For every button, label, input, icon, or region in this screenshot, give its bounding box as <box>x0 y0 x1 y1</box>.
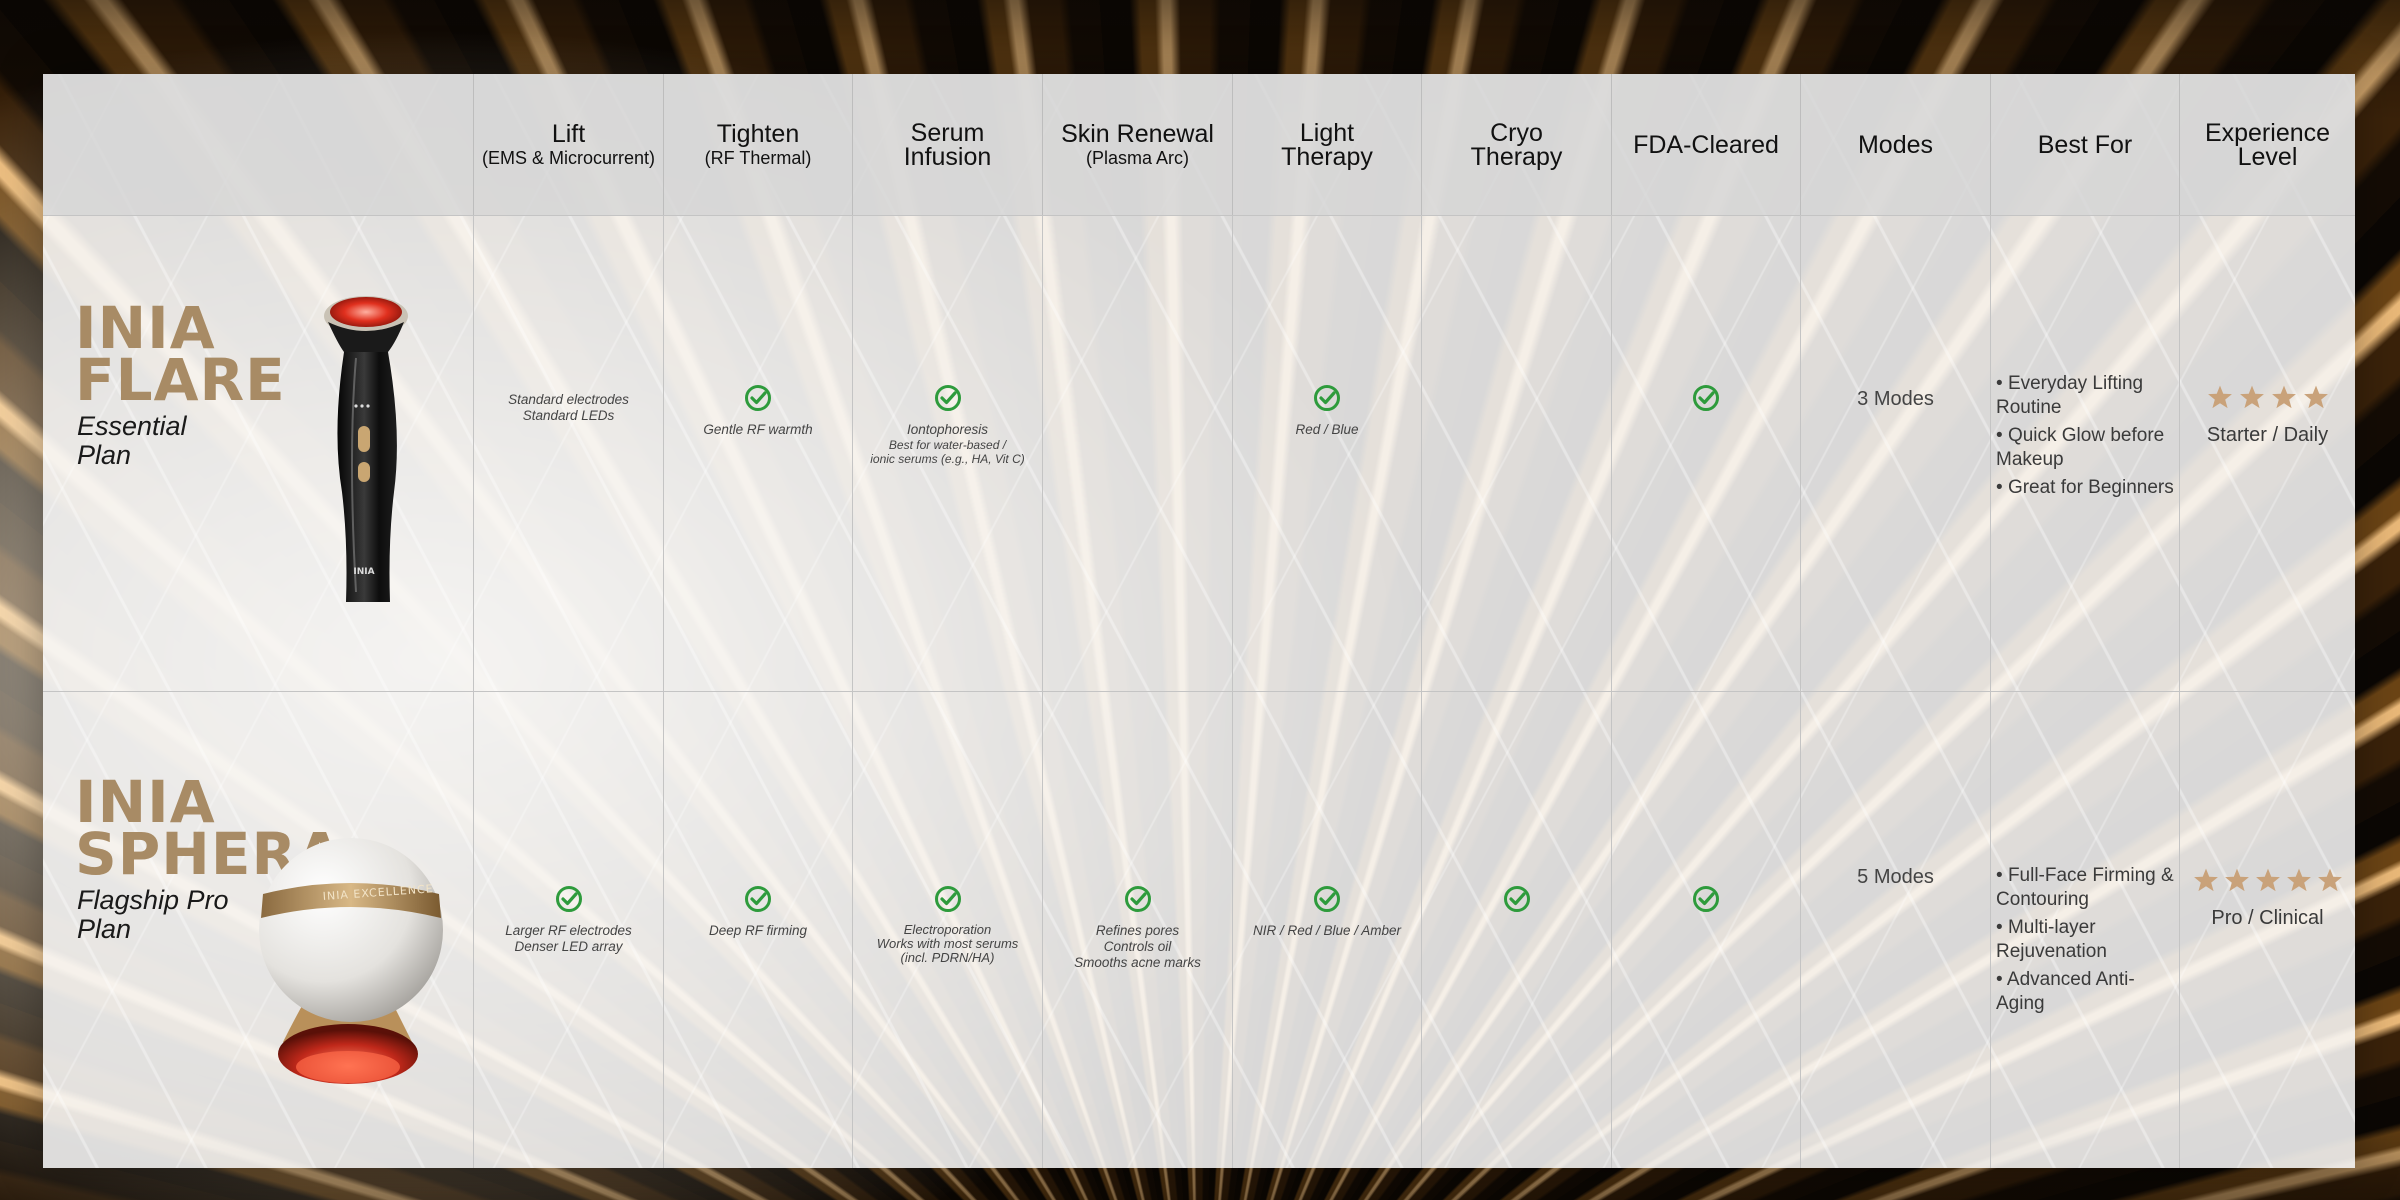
cell-lift: Larger RF electrodes Denser LED array <box>473 691 663 1168</box>
star-icon <box>2317 868 2342 892</box>
cell-light: Red / Blue <box>1232 215 1421 691</box>
check-circle-icon <box>1503 886 1530 912</box>
best-for-list: Everyday Lifting Routine Quick Glow befo… <box>1996 372 2177 504</box>
star-icon <box>2255 868 2280 892</box>
product-plan: Essential Plan <box>77 411 187 470</box>
header-label: Cryo Therapy <box>1470 118 1563 171</box>
header-tighten: Tighten (RF Thermal) <box>663 74 852 215</box>
cell-best-for: Full-Face Firming & Contouring Multi-lay… <box>1990 691 2179 1168</box>
star-icon <box>2286 868 2311 892</box>
cell-lift: Standard electrodes Standard LEDs <box>473 215 663 691</box>
cell-serum: Electroporation Works with most serums (… <box>852 691 1042 1168</box>
check-circle-icon <box>555 886 582 912</box>
feature-note: Red / Blue <box>1295 422 1359 437</box>
feature-note: Gentle RF warmth <box>703 422 813 437</box>
check-circle-icon <box>934 886 961 912</box>
star-icon <box>2239 385 2264 409</box>
handheld-wand-device-icon: INIA <box>324 296 408 602</box>
header-lift: Lift (EMS & Microcurrent) <box>473 74 663 215</box>
header-label: Modes <box>1857 130 1934 159</box>
star-icon <box>2303 385 2328 409</box>
modes-count: 3 Modes <box>1857 388 1934 410</box>
product-brand: INIA FLARE <box>75 294 286 414</box>
cell-serum: Iontophoresis Best for water-based / ioni… <box>852 215 1042 691</box>
header-light-therapy: Light Therapy <box>1232 74 1421 215</box>
check-circle-icon <box>1693 385 1719 411</box>
star-icon <box>2224 868 2249 892</box>
header-serum-infusion: Serum Infusion <box>852 74 1042 215</box>
feature-note: Deep RF firming <box>708 923 808 938</box>
best-for-item: Quick Glow before Makeup <box>1996 424 2177 472</box>
product-cell-sphera: INIA SPHERA Flagship Pro Plan INIA EXCEL… <box>43 691 473 1168</box>
best-for-item: Advanced Anti-Aging <box>1996 968 2177 1016</box>
best-for-item: Great for Beginners <box>1996 476 2177 500</box>
best-for-item: Everyday Lifting Routine <box>1996 372 2177 420</box>
comparison-table: Lift (EMS & Microcurrent) Tighten (RF Ther… <box>43 74 2355 1168</box>
check-circle-icon <box>934 385 961 411</box>
star-rating <box>2193 867 2343 893</box>
header-label: Skin Renewal <box>1061 119 1214 148</box>
check-circle-icon <box>1314 886 1340 912</box>
check-circle-icon <box>1124 886 1151 912</box>
check-circle-icon <box>1314 385 1340 411</box>
cell-fda <box>1611 215 1800 691</box>
best-for-item: Multi-layer Rejuvenation <box>1996 916 2177 964</box>
header-modes: Modes <box>1800 74 1990 215</box>
product-plan: Flagship Pro Plan <box>77 885 229 944</box>
star-icon <box>2271 385 2296 409</box>
header-experience-level: Experience Level <box>2179 74 2355 215</box>
header-sublabel: (EMS & Microcurrent) <box>481 147 656 168</box>
header-sublabel: (RF Thermal) <box>704 147 812 168</box>
feature-note: Larger RF electrodes Denser LED array <box>505 923 632 954</box>
cell-cryo <box>1421 691 1611 1168</box>
experience-level-label: Starter / Daily <box>2206 424 2329 446</box>
header-sublabel: (Plasma Arc) <box>1085 147 1190 168</box>
star-rating <box>2207 384 2329 410</box>
cell-fda <box>1611 691 1800 1168</box>
cell-tighten: Gentle RF warmth <box>663 215 852 691</box>
cell-modes: 5 Modes <box>1800 691 1990 1168</box>
header-best-for: Best For <box>1990 74 2179 215</box>
svg-text:INIA: INIA <box>353 567 374 577</box>
sphere-device-icon: INIA EXCELLENCE <box>259 838 443 1084</box>
check-circle-icon <box>745 385 771 411</box>
feature-note: Iontophoresis <box>906 422 989 437</box>
header-fda-cleared: FDA-Cleared <box>1611 74 1800 215</box>
header-skin-renewal: Skin Renewal (Plasma Arc) <box>1042 74 1232 215</box>
header-label: Experience Level <box>2204 118 2331 171</box>
cell-tighten: Deep RF firming <box>663 691 852 1168</box>
cell-renewal <box>1042 215 1232 691</box>
header-corner <box>43 74 473 215</box>
check-circle-icon <box>1693 886 1719 912</box>
header-label: Lift <box>551 119 586 148</box>
experience-level-label: Pro / Clinical <box>2211 907 2324 929</box>
feature-note-detail: Best for water-based / ionic serums (e.g… <box>870 438 1025 466</box>
header-label: Serum Infusion <box>903 118 992 171</box>
cell-light: NIR / Red / Blue / Amber <box>1232 691 1421 1168</box>
feature-note: Electroporation Works with most serums (… <box>876 922 1019 965</box>
star-icon <box>2207 385 2232 409</box>
best-for-item: Full-Face Firming & Contouring <box>1996 864 2177 912</box>
cell-experience-level: Starter / Daily <box>2179 215 2355 691</box>
feature-note: Standard electrodes Standard LEDs <box>508 392 629 423</box>
cell-modes: 3 Modes <box>1800 215 1990 691</box>
feature-note: NIR / Red / Blue / Amber <box>1252 923 1402 938</box>
product-cell-flare: INIA FLARE Essential Plan INIA <box>43 215 473 691</box>
check-circle-icon <box>745 886 771 912</box>
modes-count: 5 Modes <box>1857 866 1934 888</box>
header-label: FDA-Cleared <box>1633 130 1779 159</box>
cell-experience-level: Pro / Clinical <box>2179 691 2355 1168</box>
best-for-list: Full-Face Firming & Contouring Multi-lay… <box>1996 864 2177 1020</box>
header-label: Light Therapy <box>1281 118 1373 171</box>
star-icon <box>2193 868 2218 892</box>
header-cryo-therapy: Cryo Therapy <box>1421 74 1611 215</box>
cell-renewal: Refines pores Controls oil Smooths acne … <box>1042 691 1232 1168</box>
cell-cryo <box>1421 215 1611 691</box>
header-label: Tighten <box>716 119 800 148</box>
feature-note: Refines pores Controls oil Smooths acne … <box>1074 923 1201 970</box>
cell-best-for: Everyday Lifting Routine Quick Glow befo… <box>1990 215 2179 691</box>
header-label: Best For <box>2037 130 2133 159</box>
